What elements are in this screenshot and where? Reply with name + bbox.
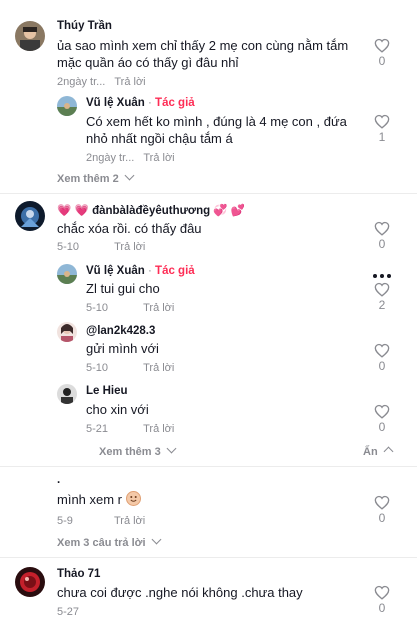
reply-username[interactable]: Le Hieu <box>86 385 128 397</box>
reply-meta: 2ngày tr... Trả lời <box>86 152 175 164</box>
like-button[interactable]: 0 <box>372 221 392 251</box>
like-count: 0 <box>378 420 386 434</box>
heart-icon <box>372 495 392 510</box>
avatar[interactable] <box>15 21 45 51</box>
heart-icon <box>372 114 392 129</box>
divider <box>0 193 417 194</box>
reply-button[interactable]: Trả lời <box>143 423 174 435</box>
reply-button[interactable]: Trả lời <box>114 241 145 253</box>
reply-text: Zl tui gui cho <box>86 281 160 296</box>
comment-meta: 5-9 Trả lời <box>57 515 145 527</box>
avatar[interactable] <box>57 322 77 342</box>
comment-time: 5-10 <box>57 241 80 253</box>
reply-time: 5-10 <box>86 362 109 374</box>
see-more-replies[interactable]: Xem thêm 2 <box>57 170 135 185</box>
avatar[interactable] <box>57 96 77 116</box>
reply-button[interactable]: Trả lời <box>114 76 145 88</box>
smile-sticker-icon <box>125 491 141 506</box>
chevron-down-icon <box>151 534 161 545</box>
like-button[interactable]: 0 <box>372 38 392 68</box>
comment-username[interactable]: 💗 💗 đànbàlàđềyêuthương 💞 💕 <box>57 203 245 217</box>
comment-username[interactable]: Thảo 71 <box>57 568 100 580</box>
reply-username[interactable]: Vũ lệ Xuân · Tác giả <box>86 265 195 277</box>
comment-text: mình xem r <box>57 491 141 508</box>
comment-meta: 5-10 Trả lời <box>57 241 145 253</box>
reply-text: Có xem hết ko mình , đúng là 4 mẹ con , … <box>86 114 347 146</box>
heart-emoji-icon: 💗 <box>57 205 72 217</box>
like-button[interactable]: 0 <box>372 343 392 373</box>
reply-text: gửi mình với <box>86 341 159 356</box>
comment-text: chưa coi được .nghe nói không .chưa thay <box>57 585 303 600</box>
chevron-down-icon <box>383 446 394 457</box>
reply-text: cho xin với <box>86 402 149 417</box>
see-more-replies[interactable]: Xem 3 câu trả lời <box>57 534 161 549</box>
comment-username[interactable]: Thúy Trần <box>57 20 112 32</box>
reply-button[interactable]: Trả lời <box>114 515 145 527</box>
heart-emoji-icon: 💕 <box>230 205 246 217</box>
avatar[interactable] <box>15 567 45 597</box>
reply-username[interactable]: Vũ lệ Xuân · Tác giả <box>86 97 195 109</box>
heart-icon <box>372 221 392 236</box>
comment-time: 5-27 <box>57 606 80 618</box>
heart-emoji-icon: 💗 <box>74 205 89 217</box>
more-options-icon[interactable] <box>372 266 392 278</box>
divider <box>0 466 417 467</box>
comment-time: 5-9 <box>57 515 73 527</box>
heart-emoji-icon: 💞 <box>213 205 228 217</box>
reply-meta: 5-10 Trả lời <box>86 362 174 374</box>
reply-meta: 5-10 Trả lời <box>86 302 174 314</box>
divider <box>0 557 417 558</box>
like-count: 0 <box>378 237 386 251</box>
author-badge: Tác giả <box>155 265 195 277</box>
avatar[interactable] <box>57 264 77 284</box>
heart-icon <box>372 38 392 53</box>
comment-username[interactable]: . <box>57 474 60 486</box>
like-count: 0 <box>378 359 386 373</box>
like-count: 0 <box>378 54 386 68</box>
like-button[interactable]: 1 <box>372 114 392 144</box>
reply-username[interactable]: @lan2k428.3 <box>86 325 155 337</box>
heart-icon <box>372 282 392 297</box>
comment-meta: 2ngày tr... Trả lời <box>57 76 146 88</box>
hide-replies-button[interactable]: Ẩn <box>363 446 394 458</box>
reply-meta: 5-21 Trả lời <box>86 423 174 435</box>
comment-time: 2ngày tr... <box>57 76 106 88</box>
reply-time: 2ngày tr... <box>86 152 135 164</box>
chevron-down-icon <box>166 443 177 454</box>
author-badge: Tác giả <box>155 97 195 109</box>
comment-meta: 5-27 <box>57 606 79 618</box>
heart-icon <box>372 404 392 419</box>
reply-button[interactable]: Trả lời <box>143 152 174 164</box>
heart-icon <box>372 585 392 600</box>
like-button[interactable]: 2 <box>372 282 392 312</box>
like-button[interactable]: 0 <box>372 404 392 434</box>
like-button[interactable]: 0 <box>372 495 392 525</box>
like-count: 0 <box>378 511 386 525</box>
chevron-down-icon <box>124 170 135 181</box>
reply-time: 5-10 <box>86 302 109 314</box>
see-more-replies[interactable]: Xem thêm 3 <box>99 443 177 458</box>
comment-text: chắc xóa rồi. có thấy đâu <box>57 221 202 236</box>
reply-button[interactable]: Trả lời <box>143 362 174 374</box>
like-count: 1 <box>378 130 386 144</box>
heart-icon <box>372 343 392 358</box>
comment-text: ủa sao mình xem chỉ thấy 2 mẹ con cùng n… <box>57 38 349 70</box>
avatar[interactable] <box>15 201 45 231</box>
reply-button[interactable]: Trả lời <box>143 302 174 314</box>
like-count: 2 <box>378 298 386 312</box>
reply-time: 5-21 <box>86 423 109 435</box>
like-button[interactable]: 0 <box>372 585 392 615</box>
avatar[interactable] <box>57 384 77 404</box>
